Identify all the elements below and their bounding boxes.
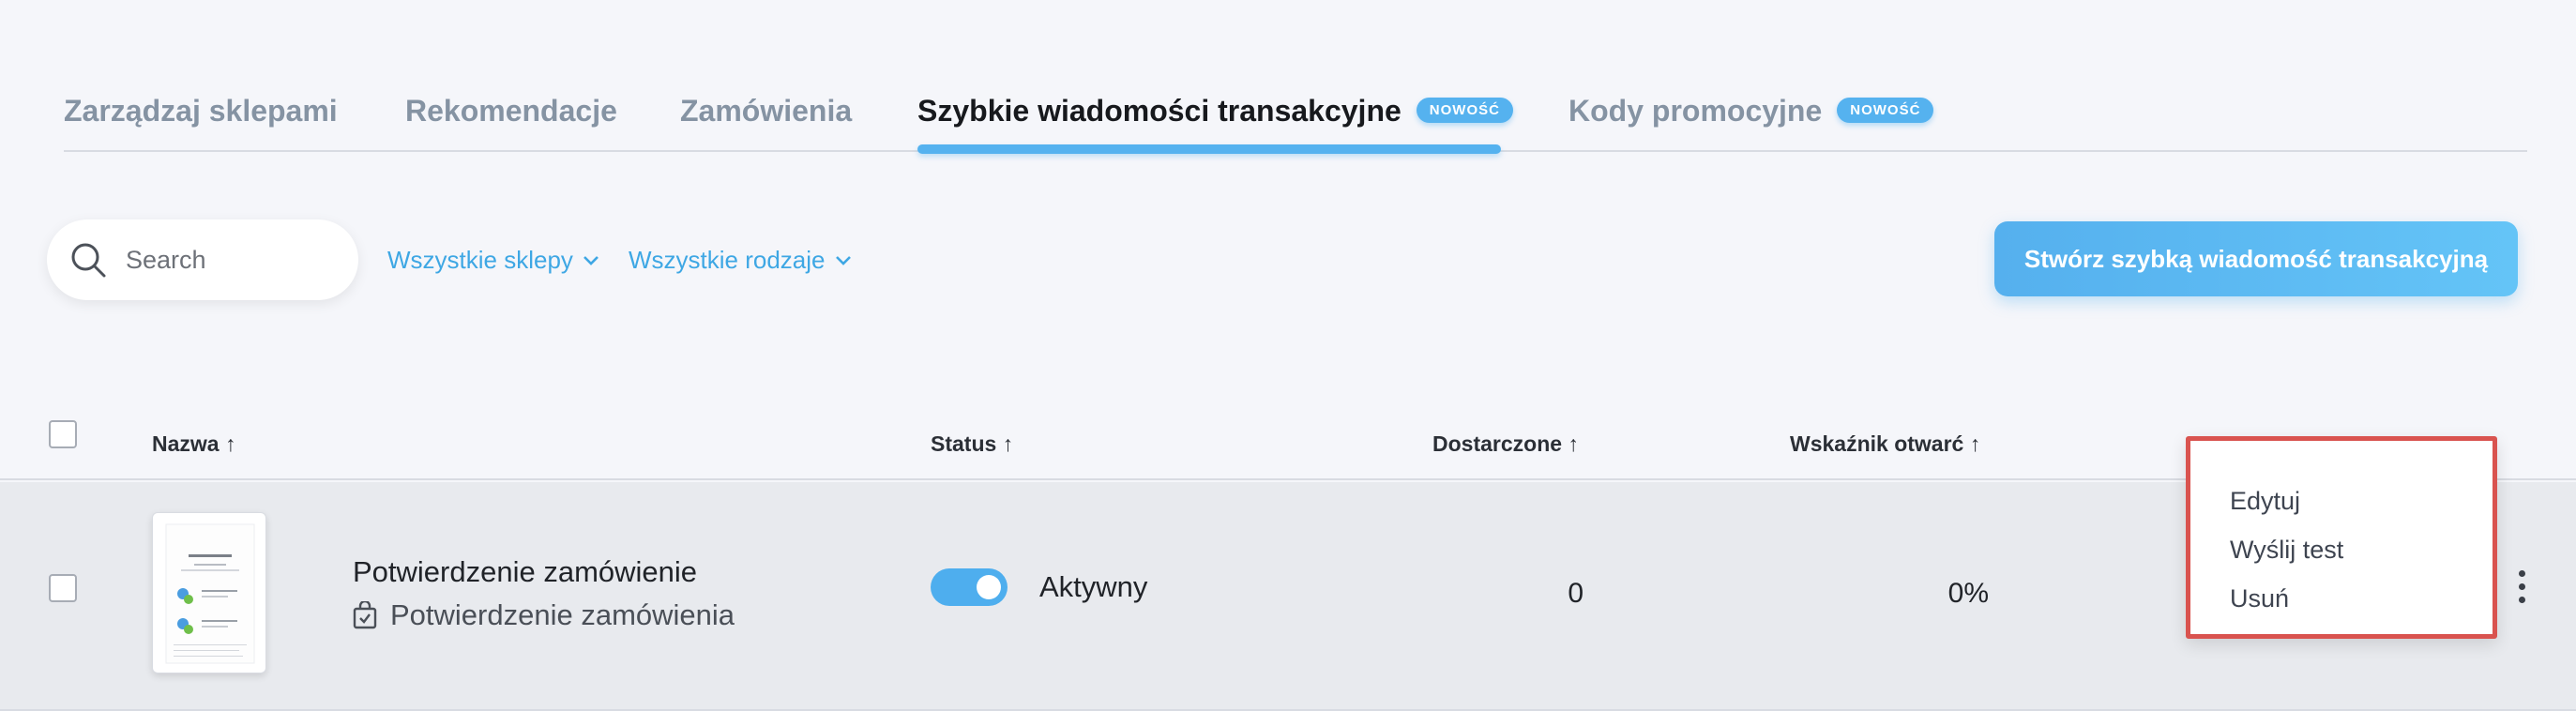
search-icon — [71, 243, 106, 278]
new-badge: NOWOŚĆ — [1837, 98, 1934, 124]
tab-recommendations[interactable]: Rekomendacje — [405, 94, 617, 129]
tab-orders[interactable]: Zamówienia — [680, 94, 852, 129]
row-checkbox[interactable] — [49, 574, 77, 602]
shopping-bag-icon — [353, 601, 377, 629]
menu-item-edit[interactable]: Edytuj — [2190, 477, 2493, 525]
transactional-messages-page: Zarządzaj sklepami Rekomendacje Zamówien… — [0, 0, 2576, 711]
message-name[interactable]: Potwierdzenie zamówienie — [353, 555, 697, 589]
search-box — [47, 219, 358, 300]
select-all-checkbox[interactable] — [49, 420, 77, 448]
tab-label: Rekomendacje — [405, 94, 617, 128]
row-actions-menu: Edytuj Wyślij test Usuń — [2186, 436, 2497, 639]
delivered-count: 0 — [1568, 578, 1583, 609]
tab-label: Kody promocyjne — [1568, 94, 1823, 128]
shop-filter-dropdown[interactable]: Wszystkie sklepy — [387, 246, 599, 275]
email-template-thumbnail[interactable] — [152, 512, 266, 673]
tab-label: Zamówienia — [680, 94, 853, 128]
toggle-knob — [977, 575, 1001, 599]
email-preview-image — [165, 523, 255, 664]
tab-bar: Zarządzaj sklepami Rekomendacje Zamówien… — [64, 86, 2527, 154]
chevron-down-icon — [583, 255, 599, 265]
column-header-status[interactable]: Status ↑ — [931, 431, 1013, 457]
create-quick-message-button[interactable]: Stwórz szybką wiadomość transakcyjną — [1994, 221, 2518, 296]
type-filter-label: Wszystkie rodzaje — [629, 246, 826, 274]
open-rate-value: 0% — [1947, 578, 1989, 609]
tab-quick-transactional-messages[interactable]: Szybkie wiadomości transakcyjne NOWOŚĆ — [917, 94, 1513, 129]
column-header-name[interactable]: Nazwa ↑ — [152, 431, 235, 457]
new-badge: NOWOŚĆ — [1416, 98, 1513, 124]
status-label: Aktywny — [1039, 570, 1148, 603]
column-header-delivered[interactable]: Dostarczone ↑ — [1432, 431, 1579, 457]
menu-item-send-test[interactable]: Wyślij test — [2190, 525, 2493, 574]
tab-label: Zarządzaj sklepami — [64, 94, 338, 128]
chevron-down-icon — [835, 255, 851, 265]
tab-label: Szybkie wiadomości transakcyjne — [917, 94, 1402, 128]
status-toggle[interactable] — [931, 568, 1008, 606]
tab-promo-codes[interactable]: Kody promocyjne NOWOŚĆ — [1568, 94, 1934, 129]
column-header-open-rate[interactable]: Wskaźnik otwarć ↑ — [1790, 431, 1980, 457]
tab-manage-shops[interactable]: Zarządzaj sklepami — [64, 94, 338, 129]
message-type-label: Potwierdzenie zamówienia — [390, 598, 735, 631]
shop-filter-label: Wszystkie sklepy — [387, 246, 573, 274]
message-type: Potwierdzenie zamówienia — [353, 598, 735, 632]
more-options-icon[interactable] — [2512, 570, 2531, 617]
menu-item-delete[interactable]: Usuń — [2190, 574, 2493, 623]
active-tab-indicator — [917, 144, 1501, 154]
search-input[interactable] — [126, 245, 332, 275]
type-filter-dropdown[interactable]: Wszystkie rodzaje — [629, 246, 852, 275]
